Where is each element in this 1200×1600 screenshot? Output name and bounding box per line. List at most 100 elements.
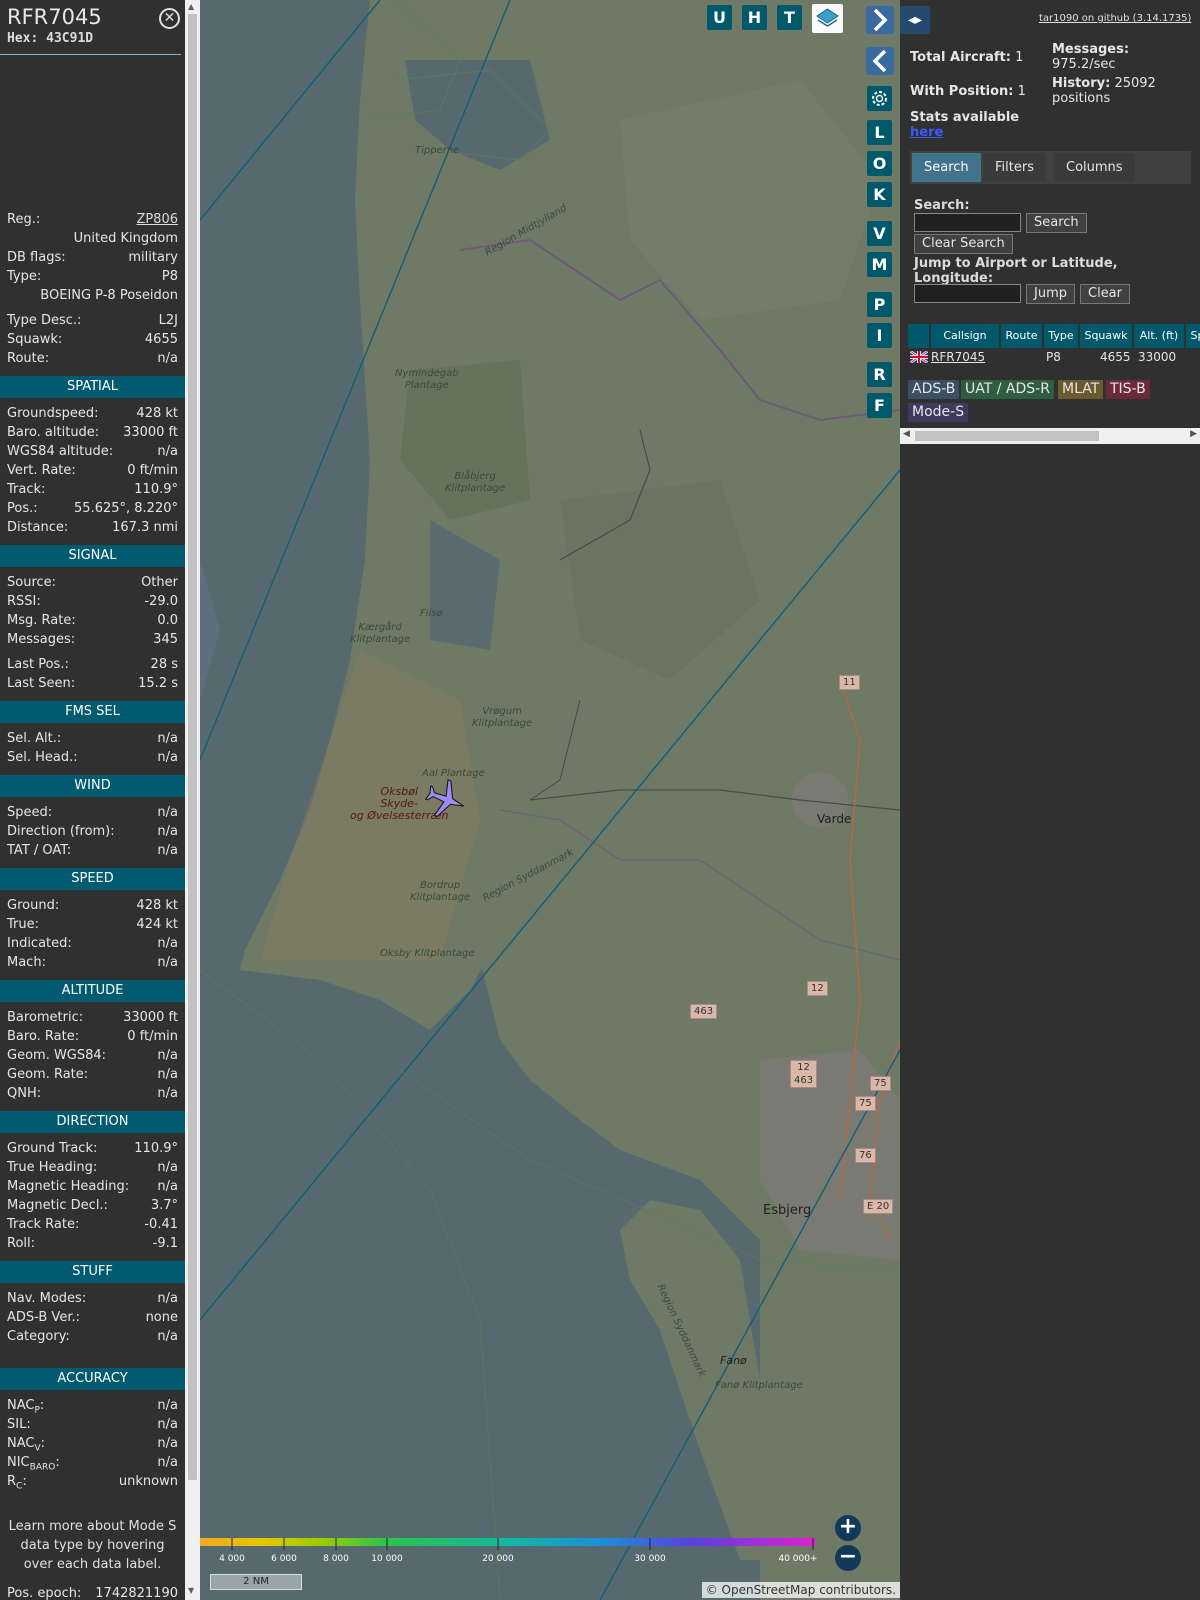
scroll-thumb[interactable] bbox=[188, 14, 197, 1480]
map-button-l[interactable]: L bbox=[867, 120, 892, 145]
source-badge-uat: UAT / ADS-R bbox=[961, 380, 1054, 399]
info-row-label: Magnetic Heading: bbox=[7, 1179, 130, 1194]
road-shield: 463 bbox=[690, 1004, 718, 1019]
row-squawk: 4655 bbox=[1100, 350, 1131, 364]
info-row-value: n/a bbox=[157, 843, 178, 858]
info-row-label: RC: bbox=[7, 1474, 27, 1492]
map-button-k[interactable]: K bbox=[867, 182, 892, 207]
jump-input[interactable] bbox=[914, 284, 1021, 303]
info-row-value: 167.3 nmi bbox=[112, 520, 178, 535]
road-shield: 76 bbox=[855, 1148, 876, 1163]
info-row-value: n/a bbox=[157, 444, 178, 459]
gear-icon[interactable] bbox=[867, 86, 892, 111]
column-header-route[interactable]: Route bbox=[1001, 324, 1042, 348]
section-header: SIGNAL bbox=[0, 545, 185, 567]
table-horizontal-scrollbar[interactable]: ◀ ▶ bbox=[900, 428, 1200, 444]
map-view[interactable]: Tipperne Region Midtjylland Nymindegab P… bbox=[200, 0, 900, 1600]
aircraft-photo-area bbox=[0, 55, 185, 210]
column-header-squawk[interactable]: Squawk bbox=[1080, 324, 1132, 348]
clear-search-button[interactable]: Clear Search bbox=[914, 234, 1013, 254]
info-row-value: 428 kt bbox=[136, 406, 178, 421]
info-row-value: 428 kt bbox=[136, 898, 178, 913]
info-row-value: n/a bbox=[157, 1291, 178, 1306]
row-callsign[interactable]: RFR7045 bbox=[931, 348, 985, 366]
place-label: Tipperne bbox=[415, 145, 460, 156]
map-button-f[interactable]: F bbox=[867, 393, 892, 418]
map-button-p[interactable]: P bbox=[867, 292, 892, 317]
column-header-flag[interactable] bbox=[908, 324, 929, 348]
map-button-i[interactable]: I bbox=[867, 323, 892, 348]
layers-icon[interactable] bbox=[812, 4, 843, 33]
info-row: Vert. Rate: 0 ft/min bbox=[0, 461, 185, 480]
info-row-value: 15.2 s bbox=[138, 676, 178, 691]
arrows-horizontal-icon[interactable]: ◂▸ bbox=[900, 6, 930, 34]
info-row-label: Source: bbox=[7, 575, 57, 590]
zoom-out-button[interactable]: − bbox=[835, 1545, 861, 1571]
jump-button[interactable]: Jump bbox=[1026, 284, 1075, 304]
source-badge-adsb: ADS-B bbox=[908, 380, 960, 399]
clear-button[interactable]: Clear bbox=[1080, 284, 1130, 304]
scroll-up-arrow-icon[interactable]: ▲ bbox=[188, 2, 194, 11]
info-row: Magnetic Heading: n/a bbox=[0, 1177, 185, 1196]
section-header: WIND bbox=[0, 775, 185, 797]
info-row-value: 0 ft/min bbox=[127, 463, 178, 478]
close-icon[interactable]: ✕ bbox=[159, 8, 180, 29]
zoom-in-button[interactable]: + bbox=[835, 1515, 861, 1541]
column-header-callsign[interactable]: Callsign bbox=[931, 324, 999, 348]
info-row: Barometric: 33000 ft bbox=[0, 1008, 185, 1027]
osm-link[interactable]: OpenStreetMap bbox=[722, 1583, 816, 1597]
map-button-r[interactable]: R bbox=[867, 362, 892, 387]
info-row-value: Other bbox=[141, 575, 178, 590]
scroll-right-arrow-icon[interactable]: ▶ bbox=[1190, 429, 1197, 439]
place-label: Bordrup Klitplantage bbox=[410, 880, 471, 903]
legend-tick: 20 000 bbox=[482, 1554, 514, 1564]
aircraft-icon[interactable] bbox=[422, 776, 468, 822]
chevron-left-icon[interactable] bbox=[866, 47, 894, 75]
road-shield: 75 bbox=[855, 1096, 876, 1111]
info-row-label: Sel. Alt.: bbox=[7, 731, 62, 746]
info-row: Squawk: 4655 bbox=[0, 330, 185, 349]
registration-link[interactable]: ZP806 bbox=[136, 210, 178, 229]
aircraft-info-panel: RFR7045 Hex: 43C91D ✕ Reg.: ZP806 United K… bbox=[0, 0, 185, 1600]
column-header-altitude[interactable]: Alt. (ft) bbox=[1134, 324, 1184, 348]
column-header-speed[interactable]: Spd bbox=[1186, 324, 1200, 348]
info-row-value: -0.41 bbox=[144, 1217, 178, 1232]
stats-link[interactable]: here bbox=[910, 125, 943, 140]
column-header-type[interactable]: Type bbox=[1044, 324, 1078, 348]
with-position: With Position: 1 bbox=[910, 84, 1026, 99]
scroll-down-arrow-icon[interactable]: ▼ bbox=[188, 1586, 194, 1595]
map-button-v[interactable]: V bbox=[867, 221, 892, 246]
chevron-right-icon[interactable] bbox=[866, 6, 894, 34]
tab-search[interactable]: Search bbox=[912, 153, 981, 182]
info-row-value: 1742821190 bbox=[95, 1586, 178, 1600]
info-row: Geom. WGS84: n/a bbox=[0, 1046, 185, 1065]
info-row-label: Indicated: bbox=[7, 936, 72, 951]
info-row: Type Desc.: L2J bbox=[0, 311, 185, 330]
info-row: Source: Other bbox=[0, 573, 185, 592]
stats-available: Stats available here bbox=[910, 110, 1020, 140]
road-shield: 12 bbox=[807, 981, 828, 996]
tab-filters[interactable]: Filters bbox=[983, 153, 1046, 182]
map-button-t[interactable]: T bbox=[777, 5, 802, 30]
map-button-h[interactable]: H bbox=[742, 5, 767, 30]
section-header: ACCURACY bbox=[0, 1368, 185, 1390]
info-row-label: Messages: bbox=[7, 632, 76, 647]
map-base bbox=[200, 0, 900, 1600]
info-row: Sel. Head.: n/a bbox=[0, 748, 185, 767]
place-label: Nymindegab Plantage bbox=[395, 368, 459, 391]
map-button-o[interactable]: O bbox=[867, 151, 892, 176]
map-button-m[interactable]: M bbox=[867, 252, 892, 277]
place-label: Blåbjerg Klitplantage bbox=[445, 471, 506, 494]
tab-columns[interactable]: Columns bbox=[1054, 153, 1135, 182]
map-button-u[interactable]: U bbox=[707, 5, 732, 30]
info-row: Direction (from): n/a bbox=[0, 822, 185, 841]
info-row-value: 345 bbox=[153, 632, 178, 647]
info-row-label: True: bbox=[7, 917, 39, 932]
h-scroll-thumb[interactable] bbox=[915, 431, 1099, 441]
search-button[interactable]: Search bbox=[1026, 213, 1087, 233]
search-input[interactable] bbox=[914, 213, 1021, 232]
info-scrollbar[interactable]: ▲ ▼ bbox=[185, 0, 200, 1600]
scroll-left-arrow-icon[interactable]: ◀ bbox=[903, 429, 910, 439]
github-link[interactable]: tar1090 on github (3.14.1735) bbox=[1039, 13, 1191, 24]
info-row-value: none bbox=[145, 1310, 178, 1325]
